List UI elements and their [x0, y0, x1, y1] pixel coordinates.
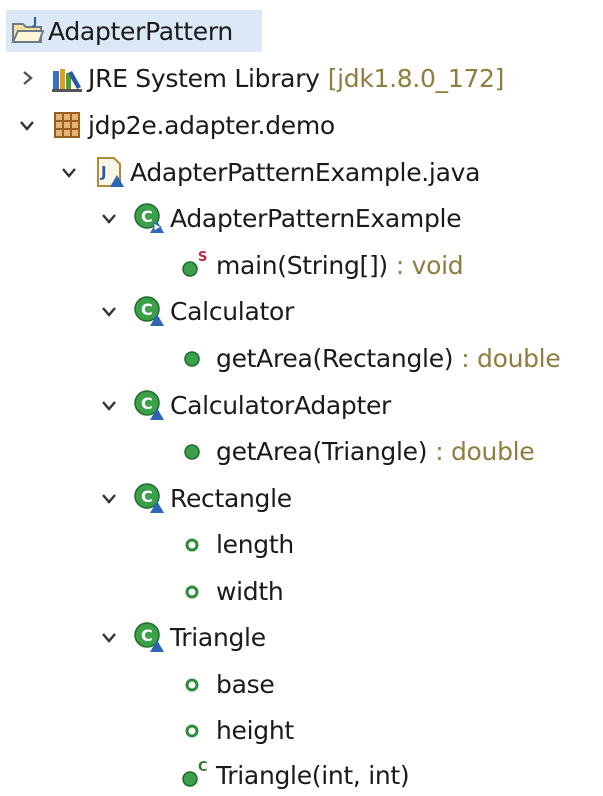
class-label: CalculatorAdapter [170, 390, 392, 420]
svg-text:C: C [141, 207, 152, 226]
class-label: AdapterPatternExample [170, 203, 462, 233]
chevron-down-icon[interactable] [98, 207, 120, 229]
package-field-icon [178, 527, 212, 561]
library-label: JRE System Library [88, 63, 320, 93]
tree-item-class-adapterpatternexample[interactable]: C AdapterPatternExample [98, 197, 462, 239]
package-label: jdp2e.adapter.demo [88, 110, 335, 140]
svg-text:C: C [141, 394, 152, 413]
public-static-method-icon: S [178, 248, 212, 282]
abstract-class-icon: C [132, 294, 166, 328]
file-label: AdapterPatternExample.java [130, 157, 481, 187]
field-label: length [216, 529, 294, 559]
class-label: Rectangle [170, 483, 292, 513]
method-return-type: : double [435, 436, 535, 466]
chevron-down-icon[interactable] [58, 161, 80, 183]
tree-item-java-file[interactable]: J AdapterPatternExample.java [58, 151, 480, 193]
package-icon [50, 108, 84, 142]
java-project-folder-icon: J [10, 14, 44, 48]
svg-text:C: C [141, 487, 152, 506]
class-icon: C [132, 481, 166, 515]
chevron-down-icon[interactable] [98, 626, 120, 648]
library-books-icon [50, 61, 84, 95]
chevron-right-icon[interactable] [16, 67, 38, 89]
svg-text:C: C [141, 300, 152, 319]
tree-item-constructor-triangle[interactable]: C Triangle(int, int) [178, 754, 410, 796]
public-method-icon [178, 434, 212, 468]
field-label: width [216, 576, 284, 606]
chevron-down-icon[interactable] [98, 394, 120, 416]
field-label: base [216, 669, 275, 699]
method-label: getArea(Rectangle) [216, 343, 454, 373]
project-label: AdapterPattern [48, 16, 233, 46]
public-method-icon [178, 341, 212, 375]
svg-text:S: S [198, 250, 207, 265]
class-label: Triangle [170, 622, 266, 652]
tree-item-field-height[interactable]: height [178, 709, 294, 751]
chevron-down-icon[interactable] [98, 487, 120, 509]
tree-item-method-getarea-triangle[interactable]: getArea(Triangle) : double [178, 430, 535, 472]
constructor-label: Triangle(int, int) [216, 760, 410, 790]
class-icon: C [132, 620, 166, 654]
tree-item-field-base[interactable]: base [178, 663, 275, 705]
field-label: height [216, 715, 294, 745]
java-file-icon: J [92, 155, 126, 189]
tree-item-class-calculatoradapter[interactable]: C CalculatorAdapter [98, 384, 391, 426]
svg-text:C: C [141, 626, 152, 645]
tree-item-project[interactable]: J AdapterPattern [6, 10, 262, 52]
method-return-type: : double [461, 343, 561, 373]
tree-item-field-length[interactable]: length [178, 523, 294, 565]
tree-item-method-main[interactable]: S main(String[]) : void [178, 244, 464, 286]
class-runnable-icon: C [132, 201, 166, 235]
method-label: main(String[]) [216, 250, 388, 280]
package-field-icon [178, 667, 212, 701]
svg-text:J: J [100, 163, 106, 181]
project-explorer-tree: J AdapterPattern JRE System Library [jdk… [0, 0, 603, 796]
tree-item-method-getarea-rectangle[interactable]: getArea(Rectangle) : double [178, 337, 561, 379]
constructor-icon: C [178, 758, 212, 792]
tree-item-class-calculator[interactable]: C Calculator [98, 290, 294, 332]
chevron-down-icon[interactable] [98, 300, 120, 322]
tree-item-jre-library[interactable]: JRE System Library [jdk1.8.0_172] [16, 57, 504, 99]
package-field-icon [178, 574, 212, 608]
chevron-down-icon[interactable] [16, 114, 38, 136]
tree-item-field-width[interactable]: width [178, 570, 284, 612]
class-icon: C [132, 388, 166, 422]
tree-item-package[interactable]: jdp2e.adapter.demo [16, 104, 335, 146]
svg-text:J: J [32, 15, 37, 28]
class-label: Calculator [170, 296, 294, 326]
package-field-icon [178, 713, 212, 747]
tree-item-class-rectangle[interactable]: C Rectangle [98, 477, 292, 519]
library-qualifier: [jdk1.8.0_172] [327, 63, 505, 93]
method-label: getArea(Triangle) [216, 436, 428, 466]
tree-item-class-triangle[interactable]: C Triangle [98, 616, 266, 658]
method-return-type: : void [395, 250, 464, 280]
svg-text:C: C [198, 760, 207, 775]
